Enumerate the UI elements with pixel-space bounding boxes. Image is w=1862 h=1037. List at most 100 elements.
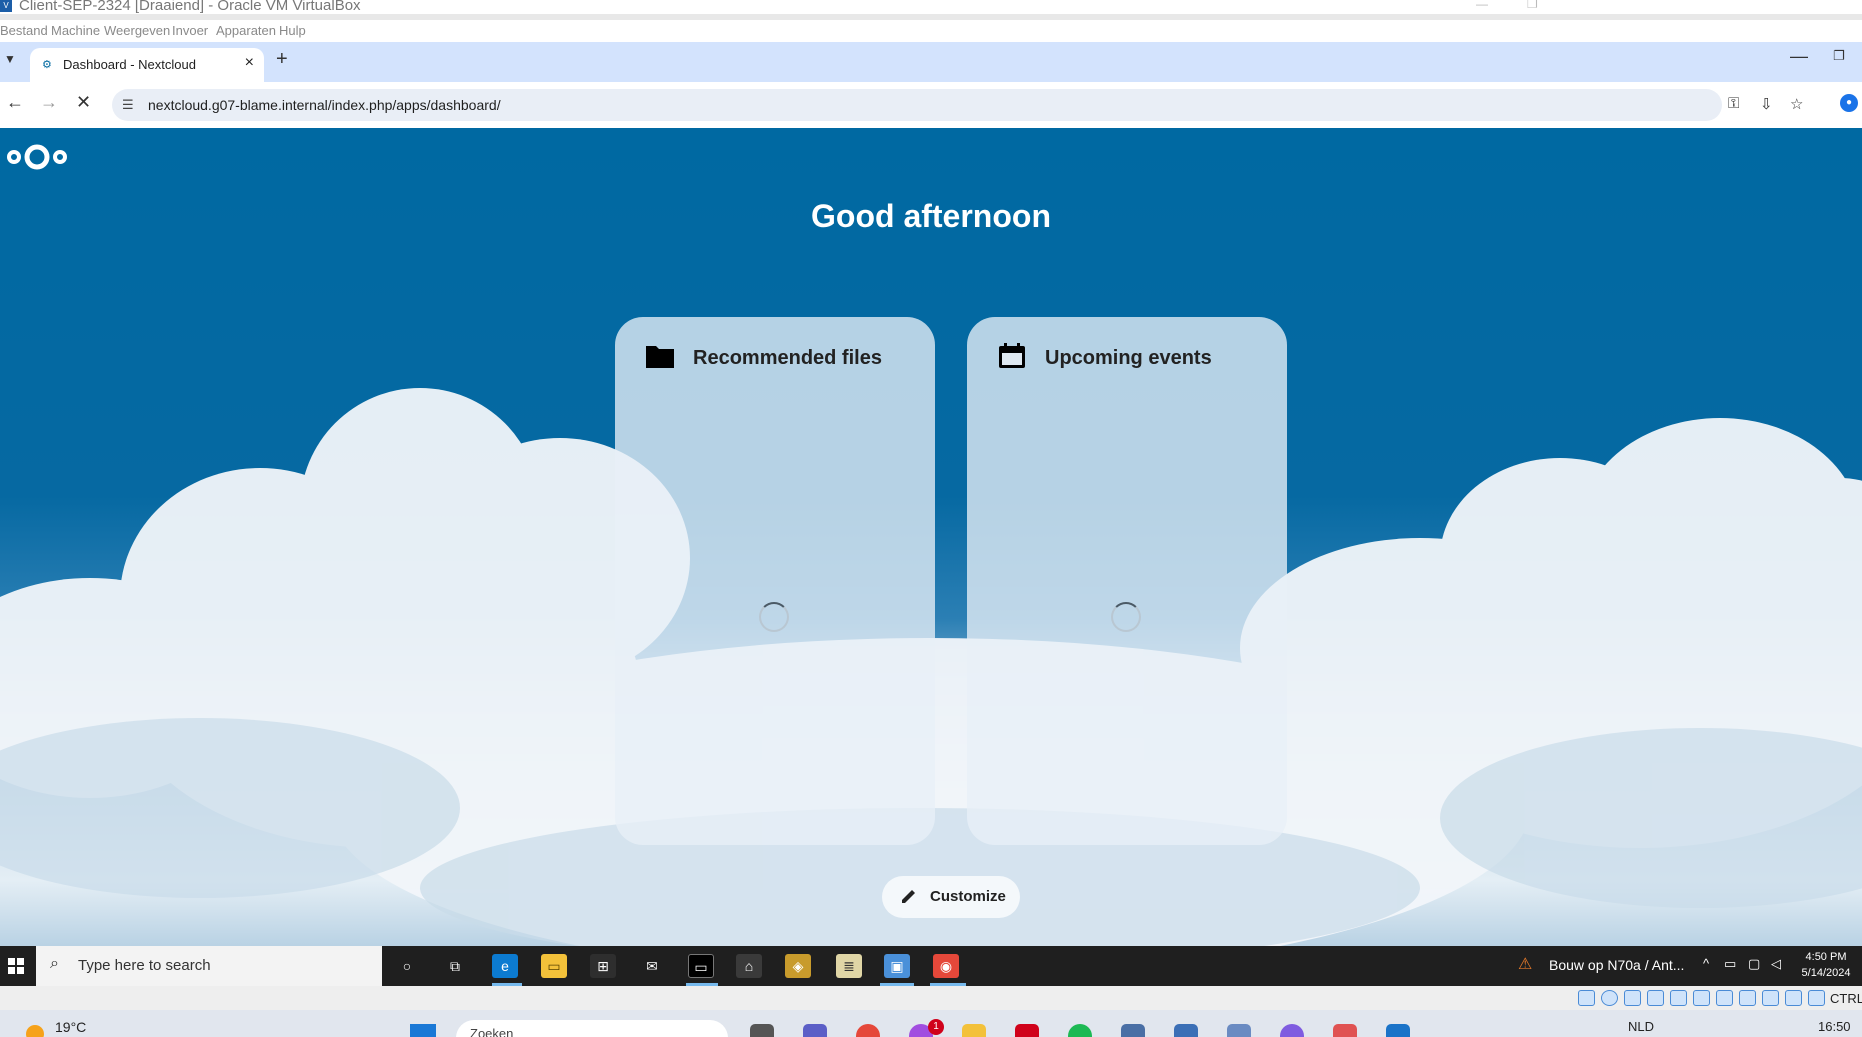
restore-icon[interactable]: ❐ bbox=[1527, 0, 1538, 11]
nextcloud-logo[interactable] bbox=[6, 142, 68, 172]
taskbar-search-placeholder: Type here to search bbox=[78, 957, 211, 974]
host-chrome-icon[interactable] bbox=[856, 1024, 880, 1037]
display-status-icon[interactable] bbox=[1739, 990, 1756, 1006]
host-ide-icon[interactable] bbox=[1174, 1024, 1198, 1037]
shared-folders-status-icon[interactable] bbox=[1716, 990, 1733, 1006]
url-text[interactable]: nextcloud.g07-blame.internal/index.php/a… bbox=[148, 97, 501, 113]
virtualbox-host-icon[interactable] bbox=[1121, 1024, 1145, 1037]
optical-status-icon[interactable] bbox=[1601, 990, 1618, 1006]
news-ticker[interactable]: Bouw op N70a / Ant... bbox=[1549, 957, 1684, 973]
customize-label: Customize bbox=[930, 888, 1006, 905]
panel-recommended-files: Recommended files bbox=[615, 317, 935, 845]
host-search-placeholder: Zoeken bbox=[470, 1026, 514, 1037]
loading-spinner-icon bbox=[1111, 602, 1141, 632]
network-icon[interactable]: ▢ bbox=[1748, 956, 1760, 972]
calendar-icon bbox=[999, 343, 1025, 368]
host-key-label: CTRL bbox=[1830, 991, 1862, 1006]
floppy-status-icon[interactable] bbox=[1624, 990, 1641, 1006]
menu-apparaten[interactable]: Apparaten bbox=[216, 23, 276, 38]
host-edit-icon[interactable] bbox=[1333, 1024, 1357, 1037]
menu-invoer[interactable]: Invoer bbox=[172, 23, 208, 38]
host-red-app-icon[interactable] bbox=[1015, 1024, 1039, 1037]
browser-toolbar: ← → ✕ ☰ nextcloud.g07-blame.internal/ind… bbox=[0, 82, 1862, 128]
edge-icon[interactable]: e bbox=[492, 954, 518, 978]
browser-minimize-icon[interactable]: — bbox=[1790, 46, 1808, 67]
back-arrow-icon[interactable]: ← bbox=[6, 92, 24, 113]
menu-bestand[interactable]: Bestand bbox=[0, 23, 48, 38]
terminal-icon[interactable]: ▭ bbox=[688, 954, 714, 978]
task-view-icon[interactable]: ⧉ bbox=[442, 954, 468, 978]
chrome-icon[interactable]: ◉ bbox=[933, 954, 959, 978]
notification-badge: 1 bbox=[928, 1019, 944, 1035]
vbox-menu-bar: Bestand Machine Weergeven Invoer Apparat… bbox=[0, 20, 1862, 42]
cortana-icon[interactable]: ○ bbox=[394, 954, 420, 978]
folder-icon bbox=[646, 346, 674, 368]
file-explorer-icon[interactable]: ▭ bbox=[541, 954, 567, 978]
close-tab-icon[interactable]: × bbox=[245, 54, 254, 72]
virtualbox-icon: V bbox=[0, 0, 12, 12]
host-calendar-icon[interactable] bbox=[1227, 1024, 1251, 1037]
site-info-icon[interactable]: ☰ bbox=[122, 97, 134, 113]
weather-temperature[interactable]: 19°C bbox=[55, 1019, 86, 1035]
password-key-icon[interactable]: ⚿ bbox=[1728, 95, 1739, 112]
battery-icon[interactable]: ▭ bbox=[1724, 956, 1736, 972]
host-search-box[interactable]: Zoeken bbox=[456, 1020, 728, 1037]
volume-muted-icon[interactable]: ◁ bbox=[1771, 956, 1781, 972]
server-manager-icon[interactable]: ◈ bbox=[785, 954, 811, 978]
teams-icon[interactable] bbox=[803, 1024, 827, 1037]
host-chat-icon[interactable] bbox=[1280, 1024, 1304, 1037]
virtualization-status-icon[interactable] bbox=[1785, 990, 1802, 1006]
tab-title: Dashboard - Nextcloud bbox=[63, 57, 196, 72]
vbox-title-bar: V Client-SEP-2324 [Draaiend] - Oracle VM… bbox=[0, 0, 1862, 14]
new-tab-plus-icon[interactable]: + bbox=[276, 48, 288, 71]
host-taskbar: 19°C Zoeken 1 NLD 16:50 bbox=[0, 1010, 1862, 1037]
menu-weergeven[interactable]: Weergeven bbox=[104, 23, 170, 38]
spotify-icon[interactable] bbox=[1068, 1024, 1092, 1037]
host-clock[interactable]: 16:50 bbox=[1818, 1019, 1851, 1034]
host-language[interactable]: NLD bbox=[1628, 1019, 1654, 1034]
vbox-status-bar: CTRL bbox=[0, 986, 1862, 1010]
browser-restore-icon[interactable]: ❐ bbox=[1833, 48, 1845, 64]
nextcloud-dashboard: Good afternoon Recommended files Upcomin… bbox=[0, 128, 1862, 946]
vscode-icon[interactable] bbox=[1386, 1024, 1410, 1037]
host-explorer-icon[interactable] bbox=[962, 1024, 986, 1037]
panel-title-upcoming-events: Upcoming events bbox=[1045, 347, 1212, 369]
nextcloud-favicon-icon: ⚙ bbox=[42, 59, 52, 71]
menu-machine[interactable]: Machine bbox=[51, 23, 100, 38]
host-start-icon[interactable] bbox=[410, 1024, 436, 1037]
hdd-status-icon[interactable] bbox=[1578, 990, 1595, 1006]
mail-icon[interactable]: ✉ bbox=[639, 954, 665, 978]
browser-tab-strip: ▼ ⚙ Dashboard - Nextcloud × + — ❐ bbox=[0, 42, 1862, 82]
keyboard-capture-icon[interactable] bbox=[1808, 990, 1825, 1006]
clock-date: 5/14/2024 bbox=[1801, 967, 1851, 979]
store-icon[interactable]: ⊞ bbox=[590, 954, 616, 978]
clock-time: 4:50 PM bbox=[1805, 951, 1847, 963]
menu-hulp[interactable]: Hulp bbox=[279, 23, 306, 38]
vbox-window-title: Client-SEP-2324 [Draaiend] - Oracle VM V… bbox=[19, 0, 361, 14]
minimize-icon[interactable]: — bbox=[1476, 0, 1488, 11]
guest-taskbar: ⌕ Type here to search ○ ⧉ e ▭ ⊞ ✉ ▭ ⌂ ◈ … bbox=[0, 946, 1862, 986]
tab-list-chevron-icon[interactable]: ▼ bbox=[4, 52, 16, 66]
audio-status-icon[interactable] bbox=[1647, 990, 1664, 1006]
host-app-icon[interactable] bbox=[750, 1024, 774, 1037]
notepad-icon[interactable]: ≣ bbox=[836, 954, 862, 978]
stop-loading-icon[interactable]: ✕ bbox=[76, 92, 91, 113]
loading-spinner-icon bbox=[759, 602, 789, 632]
bookmark-star-icon[interactable]: ☆ bbox=[1790, 95, 1803, 113]
windows-start-icon[interactable] bbox=[8, 958, 24, 974]
forward-arrow-icon[interactable]: → bbox=[40, 92, 58, 113]
taskbar-search-box[interactable]: ⌕ Type here to search bbox=[36, 946, 382, 986]
remote-desktop-icon[interactable]: ▣ bbox=[884, 954, 910, 978]
install-app-icon[interactable]: ⇩ bbox=[1760, 95, 1773, 113]
network-app-icon[interactable]: ⌂ bbox=[736, 954, 762, 978]
weather-sun-icon[interactable] bbox=[26, 1025, 44, 1037]
taskbar-clock[interactable]: 4:50 PM 5/14/2024 bbox=[1795, 949, 1857, 981]
profile-avatar-icon[interactable]: ● bbox=[1840, 94, 1858, 112]
address-bar[interactable]: ☰ nextcloud.g07-blame.internal/index.php… bbox=[112, 89, 1803, 121]
usb-status-icon[interactable] bbox=[1693, 990, 1710, 1006]
tab-dashboard[interactable]: ⚙ Dashboard - Nextcloud × bbox=[30, 48, 264, 82]
network-status-icon[interactable] bbox=[1670, 990, 1687, 1006]
recording-status-icon[interactable] bbox=[1762, 990, 1779, 1006]
tray-chevron-icon[interactable]: ^ bbox=[1703, 956, 1709, 971]
customize-button[interactable]: Customize bbox=[882, 876, 1020, 918]
